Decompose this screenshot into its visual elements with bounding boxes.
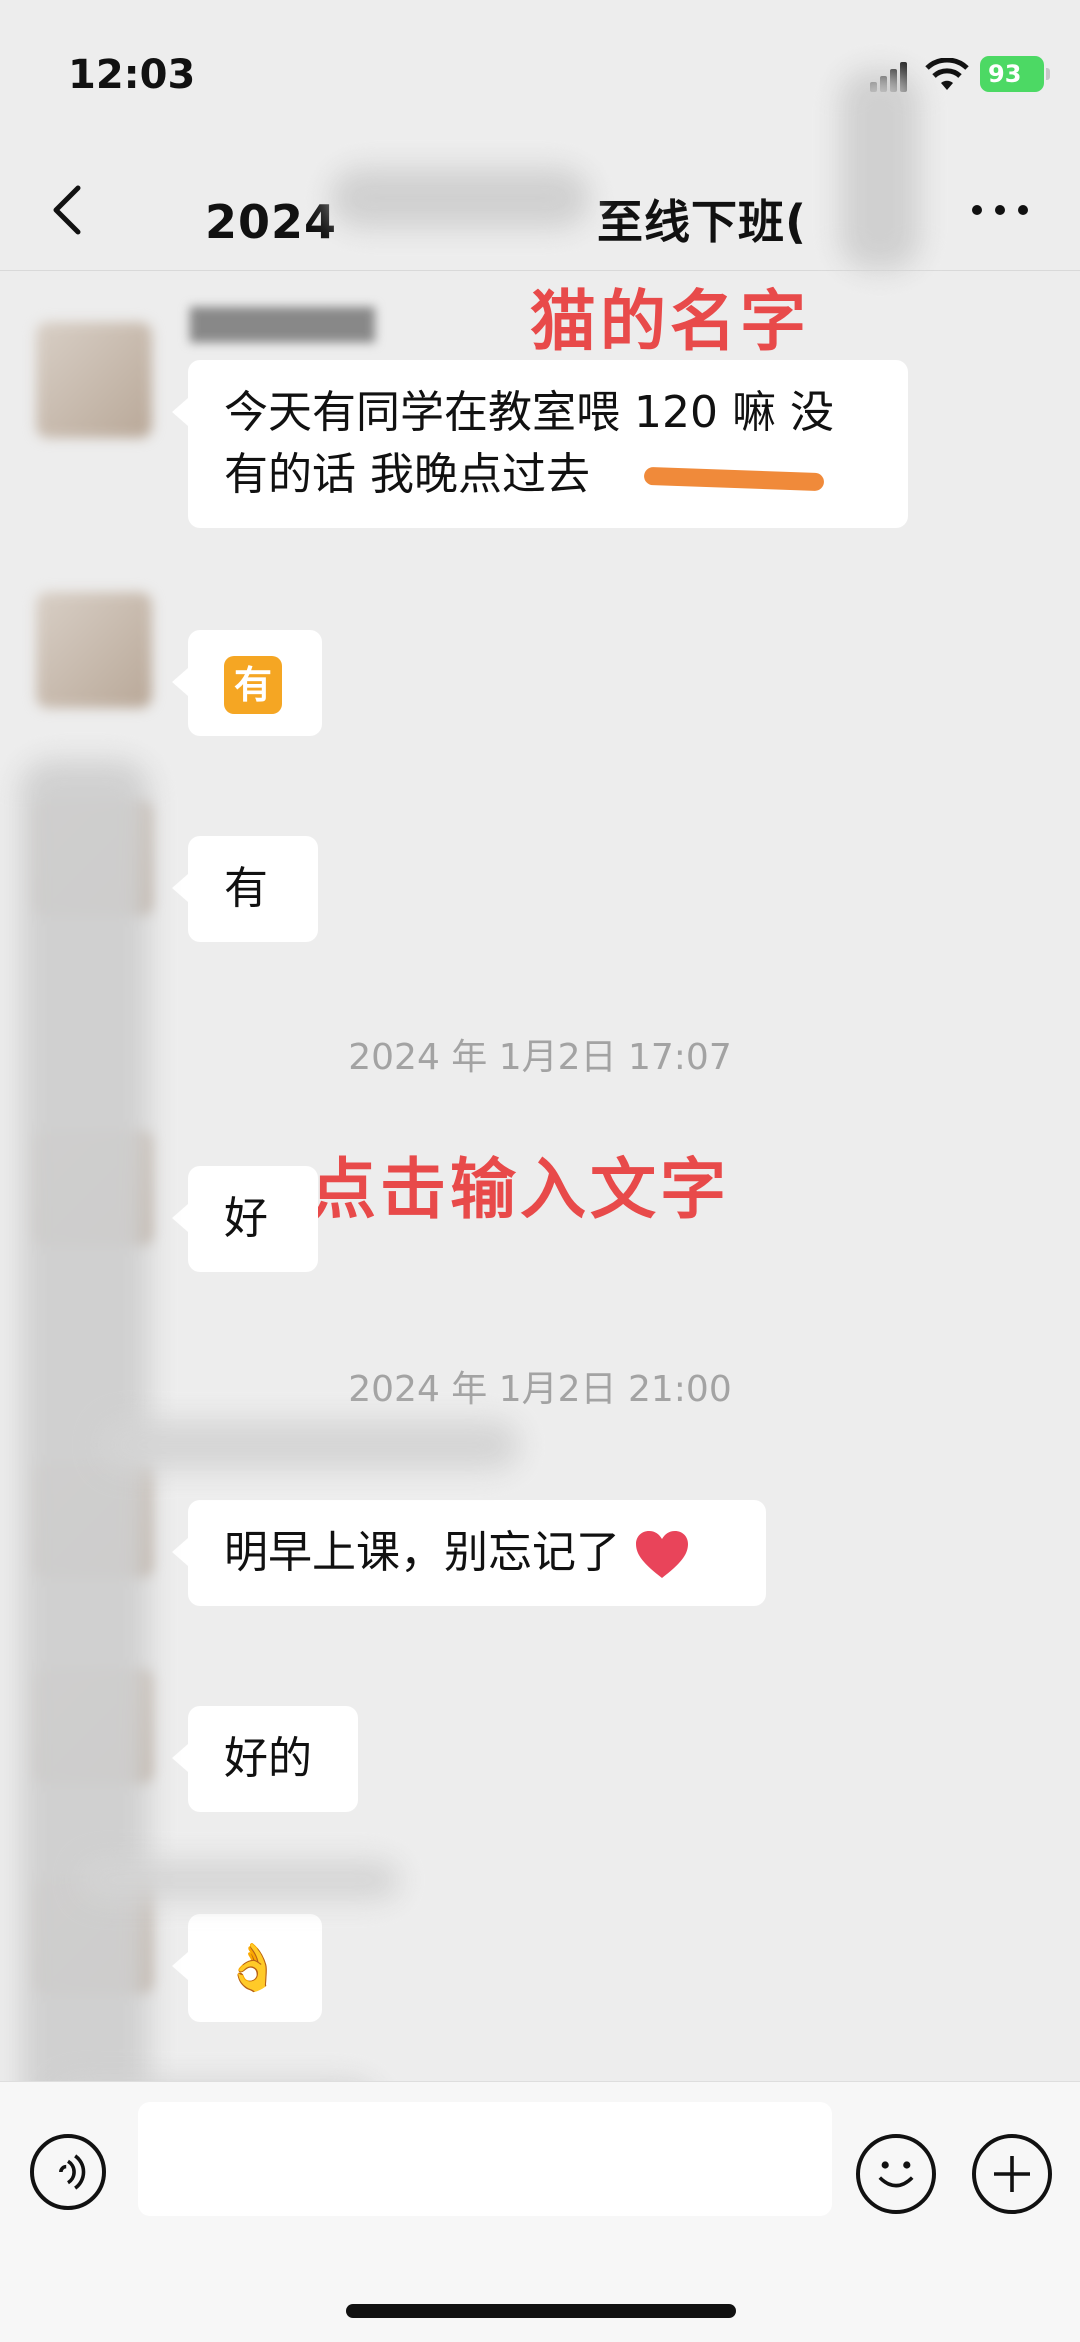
more-icon[interactable] bbox=[965, 180, 1035, 240]
message-bubble[interactable]: 有 bbox=[172, 836, 318, 942]
annotation-cat-name: 猫的名字 bbox=[530, 283, 810, 360]
avatar[interactable] bbox=[36, 592, 152, 708]
chat-header: 2024 至线下班( bbox=[0, 70, 1080, 271]
ok-emoji: 👌 bbox=[224, 1940, 282, 1994]
plus-icon[interactable] bbox=[972, 2134, 1052, 2214]
message-bubble[interactable]: 今天有同学在教室喂 120 嘛 没有的话 我晚点过去 bbox=[172, 360, 908, 528]
message-bubble[interactable]: 明早上课，别忘记了 bbox=[172, 1500, 766, 1606]
message-text: 有 bbox=[224, 863, 268, 914]
input-bar bbox=[0, 2081, 1080, 2342]
time-divider: 2024 年 1月2日 17:07 bbox=[348, 1037, 732, 1078]
message-bubble[interactable]: 👌 bbox=[172, 1914, 322, 2022]
message-text: 好 bbox=[224, 1193, 268, 1244]
message-input[interactable] bbox=[138, 2102, 832, 2216]
message-bubble[interactable]: 有 bbox=[172, 630, 322, 736]
message-text: 明早上课，别忘记了 bbox=[224, 1527, 620, 1578]
annotation-tap-to-type: 点击输入文字 bbox=[310, 1151, 730, 1228]
sender-name: ████████ bbox=[190, 308, 375, 343]
message-bubble[interactable]: 好的 bbox=[172, 1706, 358, 1812]
back-icon[interactable] bbox=[40, 180, 100, 240]
battery-icon: 93 bbox=[980, 56, 1050, 92]
voice-icon[interactable] bbox=[30, 2134, 106, 2210]
heart-emoji bbox=[636, 1531, 688, 1578]
emoji-icon[interactable] bbox=[856, 2134, 936, 2214]
home-indicator bbox=[346, 2304, 736, 2318]
message-text: 好的 bbox=[224, 1733, 312, 1784]
avatar[interactable] bbox=[36, 322, 152, 438]
message-bubble[interactable]: 好 bbox=[172, 1166, 318, 1272]
time-divider: 2024 年 1月2日 21:00 bbox=[348, 1369, 732, 1410]
status-time: 12:03 bbox=[68, 52, 196, 98]
you-emoji: 有 bbox=[224, 656, 282, 714]
wifi-icon bbox=[925, 58, 969, 90]
